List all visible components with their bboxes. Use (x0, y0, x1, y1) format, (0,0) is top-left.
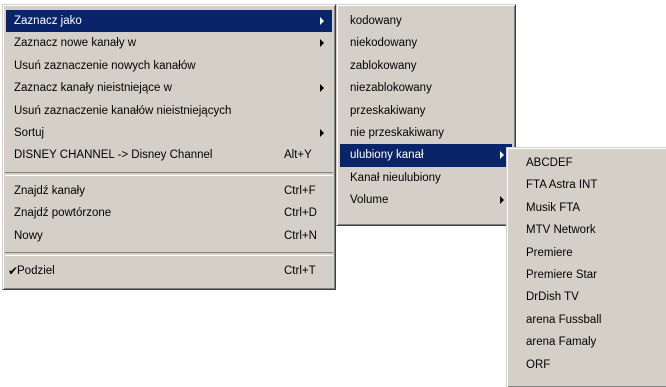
favorite-list-item[interactable]: Premiere (510, 242, 666, 264)
menu-item-podziel[interactable]: ✔ Podziel Ctrl+T (6, 260, 332, 282)
menu-item-rename-disney[interactable]: DISNEY CHANNEL -> Disney Channel Alt+Y (6, 144, 332, 166)
favorite-list-item[interactable]: DrDish TV (510, 286, 666, 308)
menu-item-label: arena Famaly (526, 336, 597, 349)
menu-item-label: kodowany (350, 15, 402, 27)
submenu-arrow-icon (320, 17, 324, 25)
menu-item-shortcut: Alt+Y (284, 149, 312, 162)
menu-item-label: Znajdź kanały (14, 184, 85, 197)
menu-item-usun-zaznaczenie-nieistniejacych[interactable]: Usuń zaznaczenie kanałów nieistniejących (6, 100, 332, 122)
menu-item-znajdz-powtorzone[interactable]: Znajdź powtórzone Ctrl+D (6, 202, 332, 224)
menu-separator (5, 171, 333, 176)
menu-item-label: ABCDEF (526, 157, 573, 169)
favorite-list-item[interactable]: Premiere Star (510, 264, 666, 286)
submenu-item-ulubiony-kanal[interactable]: ulubiony kanał (340, 144, 512, 167)
menu-item-shortcut: Ctrl+N (284, 229, 317, 242)
menu-item-label: nie przeskakiwany (350, 126, 444, 139)
context-menu: Zaznacz jako Zaznacz nowe kanały w Usuń … (2, 4, 336, 290)
menu-item-label: Zaznacz jako (14, 15, 82, 27)
menu-item-label: FTA Astra INT (526, 179, 598, 192)
favorite-list-item[interactable]: MTV Network (510, 219, 666, 241)
submenu-item-kodowany[interactable]: kodowany (340, 10, 512, 32)
menu-item-zaznacz-nieistniejace[interactable]: Zaznacz kanały nieistniejące w (6, 77, 332, 99)
favorites-submenu: ABCDEF FTA Astra INT Musik FTA MTV Netwo… (506, 147, 666, 387)
submenu-item-volume[interactable]: Volume (340, 189, 512, 211)
menu-item-zaznacz-jako[interactable]: Zaznacz jako (6, 10, 332, 33)
menu-item-label: DrDish TV (526, 291, 579, 304)
submenu-item-niezablokowany[interactable]: niezablokowany (340, 77, 512, 99)
menu-item-shortcut: Ctrl+D (284, 207, 317, 220)
submenu-arrow-icon (500, 151, 504, 160)
submenu-arrow-icon (320, 128, 324, 137)
menu-item-label: niekodowany (350, 37, 418, 50)
menu-item-shortcut: Ctrl+T (284, 264, 316, 277)
menu-item-label: Kanał nieulubiony (350, 171, 441, 184)
favorite-list-item[interactable]: ORF (510, 354, 666, 376)
mark-as-submenu: kodowany niekodowany zablokowany niezabl… (336, 4, 516, 226)
submenu-item-przeskakiwany[interactable]: przeskakiwany (340, 100, 512, 122)
submenu-arrow-icon (320, 39, 324, 48)
menu-item-label: ORF (526, 358, 551, 371)
menu-item-sortuj[interactable]: Sortuj (6, 122, 332, 144)
favorite-list-item[interactable]: arena Fussball (510, 309, 666, 331)
favorite-list-item[interactable]: Musik FTA (510, 197, 666, 219)
submenu-arrow-icon (500, 196, 504, 205)
menu-item-label: Nowy (14, 229, 43, 242)
menu-item-znajdz-kanaly[interactable]: Znajdź kanały Ctrl+F (6, 180, 332, 202)
menu-item-label: Premiere Star (526, 268, 597, 281)
menu-item-label: Usuń zaznaczenie nowych kanałów (14, 59, 196, 72)
menu-item-label: Usuń zaznaczenie kanałów nieistniejących (14, 104, 232, 117)
submenu-item-zablokowany[interactable]: zablokowany (340, 55, 512, 77)
submenu-item-nie-przeskakiwany[interactable]: nie przeskakiwany (340, 122, 512, 144)
menu-item-shortcut: Ctrl+F (284, 184, 316, 197)
menu-item-label: zablokowany (350, 59, 417, 72)
menu-item-label: MTV Network (526, 224, 596, 237)
menu-item-label: DISNEY CHANNEL -> Disney Channel (14, 149, 213, 162)
submenu-arrow-icon (320, 84, 324, 93)
submenu-item-kanal-nieulubiony[interactable]: Kanał nieulubiony (340, 167, 512, 189)
menu-item-label: Volume (350, 194, 389, 207)
menu-item-label: Premiere (526, 246, 573, 259)
menu-item-label: arena Fussball (526, 313, 602, 326)
submenu-item-niekodowany[interactable]: niekodowany (340, 32, 512, 54)
menu-item-label: Zaznacz nowe kanały w (14, 37, 137, 50)
menu-item-label: niezablokowany (350, 82, 432, 95)
menu-item-label: Podziel (17, 264, 55, 277)
menu-item-label: Sortuj (14, 126, 45, 139)
menu-item-zaznacz-nowe-kanaly[interactable]: Zaznacz nowe kanały w (6, 32, 332, 54)
menu-item-label: przeskakiwany (350, 104, 426, 117)
menu-item-label: Musik FTA (526, 201, 581, 214)
favorite-list-item[interactable]: arena Famaly (510, 331, 666, 353)
menu-item-nowy[interactable]: Nowy Ctrl+N (6, 225, 332, 247)
menu-item-label: Znajdź powtórzone (14, 207, 112, 220)
favorite-list-item[interactable]: FTA Astra INT (510, 174, 666, 196)
menu-separator (5, 251, 333, 256)
menu-item-label: ulubiony kanał (350, 149, 424, 162)
menu-item-usun-zaznaczenie-nowych[interactable]: Usuń zaznaczenie nowych kanałów (6, 55, 332, 77)
menu-item-label: Zaznacz kanały nieistniejące w (14, 82, 172, 95)
favorite-list-item[interactable]: ABCDEF (510, 152, 666, 174)
